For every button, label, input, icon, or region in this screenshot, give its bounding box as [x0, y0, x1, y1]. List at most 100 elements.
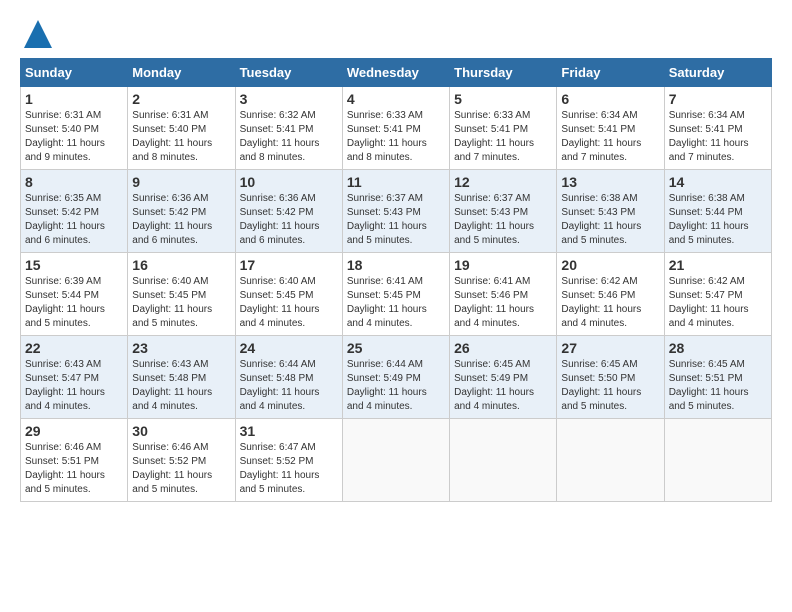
calendar-cell	[450, 419, 557, 502]
calendar-week-2: 8 Sunrise: 6:35 AMSunset: 5:42 PMDaylight…	[21, 170, 772, 253]
day-info: Sunrise: 6:41 AMSunset: 5:46 PMDaylight:…	[454, 275, 552, 331]
calendar-cell: 30 Sunrise: 6:46 AMSunset: 5:52 PMDayligh…	[128, 419, 235, 502]
day-info: Sunrise: 6:45 AMSunset: 5:50 PMDaylight:…	[561, 358, 659, 414]
day-info: Sunrise: 6:33 AMSunset: 5:41 PMDaylight:…	[454, 109, 552, 165]
calendar-cell: 14Sunrise: 6:38 AMSunset: 5:44 PMDayligh…	[664, 170, 771, 253]
day-info: Sunrise: 6:34 AMSunset: 5:41 PMDaylight:…	[561, 109, 659, 165]
logo	[20, 20, 52, 48]
calendar-cell: 27 Sunrise: 6:45 AMSunset: 5:50 PMDayligh…	[557, 336, 664, 419]
calendar-cell: 16 Sunrise: 6:40 AMSunset: 5:45 PMDayligh…	[128, 253, 235, 336]
calendar-cell: 6 Sunrise: 6:34 AMSunset: 5:41 PMDaylight…	[557, 87, 664, 170]
calendar-cell: 18 Sunrise: 6:41 AMSunset: 5:45 PMDayligh…	[342, 253, 449, 336]
calendar-cell	[342, 419, 449, 502]
day-info: Sunrise: 6:38 AMSunset: 5:43 PMDaylight:…	[561, 192, 659, 248]
day-number: 12	[454, 174, 552, 190]
calendar-cell: 12 Sunrise: 6:37 AMSunset: 5:43 PMDayligh…	[450, 170, 557, 253]
calendar-cell: 17 Sunrise: 6:40 AMSunset: 5:45 PMDayligh…	[235, 253, 342, 336]
day-info: Sunrise: 6:35 AMSunset: 5:42 PMDaylight:…	[25, 192, 123, 248]
day-number: 31	[240, 423, 338, 439]
day-info: Sunrise: 6:40 AMSunset: 5:45 PMDaylight:…	[240, 275, 338, 331]
day-number: 23	[132, 340, 230, 356]
day-info: Sunrise: 6:43 AMSunset: 5:47 PMDaylight:…	[25, 358, 123, 414]
day-info: Sunrise: 6:42 AMSunset: 5:47 PMDaylight:…	[669, 275, 767, 331]
day-number: 2	[132, 91, 230, 107]
day-number: 16	[132, 257, 230, 273]
calendar-week-4: 22 Sunrise: 6:43 AMSunset: 5:47 PMDayligh…	[21, 336, 772, 419]
day-number: 14	[669, 174, 767, 190]
day-number: 9	[132, 174, 230, 190]
calendar-cell: 23 Sunrise: 6:43 AMSunset: 5:48 PMDayligh…	[128, 336, 235, 419]
page-header	[20, 20, 772, 48]
day-info: Sunrise: 6:40 AMSunset: 5:45 PMDaylight:…	[132, 275, 230, 331]
day-number: 27	[561, 340, 659, 356]
day-number: 8	[25, 174, 123, 190]
calendar-header-thursday: Thursday	[450, 59, 557, 87]
day-number: 6	[561, 91, 659, 107]
calendar-cell: 4Sunrise: 6:33 AMSunset: 5:41 PMDaylight…	[342, 87, 449, 170]
day-info: Sunrise: 6:41 AMSunset: 5:45 PMDaylight:…	[347, 275, 445, 331]
day-info: Sunrise: 6:31 AMSunset: 5:40 PMDaylight:…	[25, 109, 123, 165]
day-info: Sunrise: 6:39 AMSunset: 5:44 PMDaylight:…	[25, 275, 123, 331]
day-number: 17	[240, 257, 338, 273]
day-number: 18	[347, 257, 445, 273]
day-info: Sunrise: 6:36 AMSunset: 5:42 PMDaylight:…	[240, 192, 338, 248]
day-number: 29	[25, 423, 123, 439]
day-info: Sunrise: 6:37 AMSunset: 5:43 PMDaylight:…	[454, 192, 552, 248]
day-number: 24	[240, 340, 338, 356]
logo-icon	[24, 20, 52, 48]
day-info: Sunrise: 6:46 AMSunset: 5:52 PMDaylight:…	[132, 441, 230, 497]
day-number: 28	[669, 340, 767, 356]
day-info: Sunrise: 6:45 AMSunset: 5:51 PMDaylight:…	[669, 358, 767, 414]
calendar-cell: 25 Sunrise: 6:44 AMSunset: 5:49 PMDayligh…	[342, 336, 449, 419]
day-number: 5	[454, 91, 552, 107]
calendar-cell: 8 Sunrise: 6:35 AMSunset: 5:42 PMDaylight…	[21, 170, 128, 253]
day-number: 3	[240, 91, 338, 107]
calendar-cell: 1 Sunrise: 6:31 AMSunset: 5:40 PMDaylight…	[21, 87, 128, 170]
day-info: Sunrise: 6:37 AMSunset: 5:43 PMDaylight:…	[347, 192, 445, 248]
calendar-cell: 28 Sunrise: 6:45 AMSunset: 5:51 PMDayligh…	[664, 336, 771, 419]
calendar-cell: 11Sunrise: 6:37 AMSunset: 5:43 PMDayligh…	[342, 170, 449, 253]
calendar-cell: 15Sunrise: 6:39 AMSunset: 5:44 PMDayligh…	[21, 253, 128, 336]
calendar-cell: 26 Sunrise: 6:45 AMSunset: 5:49 PMDayligh…	[450, 336, 557, 419]
calendar-cell: 21 Sunrise: 6:42 AMSunset: 5:47 PMDayligh…	[664, 253, 771, 336]
day-info: Sunrise: 6:44 AMSunset: 5:49 PMDaylight:…	[347, 358, 445, 414]
calendar-cell: 19 Sunrise: 6:41 AMSunset: 5:46 PMDayligh…	[450, 253, 557, 336]
day-number: 26	[454, 340, 552, 356]
calendar-cell	[557, 419, 664, 502]
calendar-week-5: 29 Sunrise: 6:46 AMSunset: 5:51 PMDayligh…	[21, 419, 772, 502]
day-info: Sunrise: 6:31 AMSunset: 5:40 PMDaylight:…	[132, 109, 230, 165]
day-number: 10	[240, 174, 338, 190]
calendar-cell: 22 Sunrise: 6:43 AMSunset: 5:47 PMDayligh…	[21, 336, 128, 419]
calendar-week-1: 1 Sunrise: 6:31 AMSunset: 5:40 PMDaylight…	[21, 87, 772, 170]
calendar-cell: 2 Sunrise: 6:31 AMSunset: 5:40 PMDaylight…	[128, 87, 235, 170]
day-info: Sunrise: 6:44 AMSunset: 5:48 PMDaylight:…	[240, 358, 338, 414]
calendar-cell: 9Sunrise: 6:36 AMSunset: 5:42 PMDaylight…	[128, 170, 235, 253]
calendar-header-sunday: Sunday	[21, 59, 128, 87]
day-number: 19	[454, 257, 552, 273]
day-number: 30	[132, 423, 230, 439]
day-number: 13	[561, 174, 659, 190]
calendar-cell: 7Sunrise: 6:34 AMSunset: 5:41 PMDaylight…	[664, 87, 771, 170]
calendar-header-saturday: Saturday	[664, 59, 771, 87]
day-info: Sunrise: 6:42 AMSunset: 5:46 PMDaylight:…	[561, 275, 659, 331]
day-info: Sunrise: 6:33 AMSunset: 5:41 PMDaylight:…	[347, 109, 445, 165]
day-number: 1	[25, 91, 123, 107]
day-info: Sunrise: 6:47 AMSunset: 5:52 PMDaylight:…	[240, 441, 338, 497]
calendar-cell: 3 Sunrise: 6:32 AMSunset: 5:41 PMDaylight…	[235, 87, 342, 170]
day-number: 22	[25, 340, 123, 356]
calendar-header-tuesday: Tuesday	[235, 59, 342, 87]
calendar-cell: 20 Sunrise: 6:42 AMSunset: 5:46 PMDayligh…	[557, 253, 664, 336]
day-info: Sunrise: 6:45 AMSunset: 5:49 PMDaylight:…	[454, 358, 552, 414]
day-number: 21	[669, 257, 767, 273]
calendar-cell	[664, 419, 771, 502]
day-info: Sunrise: 6:43 AMSunset: 5:48 PMDaylight:…	[132, 358, 230, 414]
calendar-header-wednesday: Wednesday	[342, 59, 449, 87]
day-number: 20	[561, 257, 659, 273]
day-info: Sunrise: 6:46 AMSunset: 5:51 PMDaylight:…	[25, 441, 123, 497]
day-info: Sunrise: 6:32 AMSunset: 5:41 PMDaylight:…	[240, 109, 338, 165]
calendar-cell: 29 Sunrise: 6:46 AMSunset: 5:51 PMDayligh…	[21, 419, 128, 502]
day-number: 25	[347, 340, 445, 356]
calendar-header-monday: Monday	[128, 59, 235, 87]
day-info: Sunrise: 6:34 AMSunset: 5:41 PMDaylight:…	[669, 109, 767, 165]
calendar-header-friday: Friday	[557, 59, 664, 87]
